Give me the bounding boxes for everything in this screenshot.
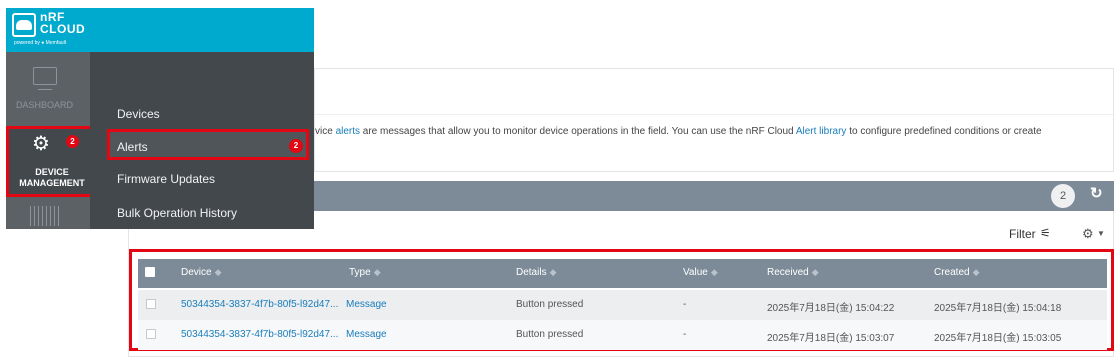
card-divider — [315, 114, 1113, 115]
received-time: 2025年7月18日(金) 15:03:07 — [767, 333, 895, 344]
label-line2: MANAGEMENT — [19, 178, 85, 188]
column-label: Device — [181, 267, 212, 278]
filter-button[interactable]: Filter — [1009, 227, 1036, 241]
gear-icon[interactable]: ⚙ — [1082, 226, 1094, 242]
column-value[interactable]: Value ◆ — [683, 267, 718, 278]
column-label: Received — [767, 267, 809, 278]
device-settings-icon: ⚙ — [32, 133, 50, 155]
row-checkbox[interactable] — [146, 299, 156, 309]
sidebar-item-dashboard[interactable]: DASHBOARD — [16, 100, 73, 110]
table-card-header — [186, 181, 1114, 211]
alerts-badge: 2 — [289, 139, 303, 153]
powered-by-text: powered by ● Memfault — [14, 40, 67, 46]
column-created[interactable]: Created ◆ — [934, 267, 980, 278]
refresh-icon[interactable]: ↻ — [1090, 186, 1106, 202]
description-middle: are messages that allow you to monitor d… — [360, 126, 796, 137]
alert-count-badge: 2 — [1051, 184, 1075, 208]
filter-sliders-icon[interactable]: ⚟ — [1040, 226, 1051, 240]
select-all-checkbox[interactable] — [145, 267, 155, 277]
submenu-item-devices[interactable]: Devices — [117, 107, 160, 121]
row-checkbox[interactable] — [146, 329, 156, 339]
submenu-item-alerts-label[interactable]: Alerts — [117, 140, 148, 154]
received-time: 2025年7月18日(金) 15:04:22 — [767, 303, 895, 314]
created-time: 2025年7月18日(金) 15:03:05 — [934, 333, 1062, 344]
brand-name-line2: CLOUD — [40, 22, 86, 36]
submenu-item-bulk-operation-history[interactable]: Bulk Operation History — [117, 206, 237, 220]
column-details[interactable]: Details ◆ — [516, 267, 557, 278]
sort-icon: ◆ — [972, 267, 980, 277]
description-suffix: to configure predefined conditions or cr… — [846, 126, 1042, 137]
barcode-icon[interactable] — [30, 206, 60, 226]
column-received[interactable]: Received ◆ — [767, 267, 819, 278]
column-label: Value — [683, 267, 708, 278]
submenu-item-firmware-updates[interactable]: Firmware Updates — [117, 172, 215, 186]
alert-type[interactable]: Message — [346, 329, 387, 340]
device-id-link[interactable]: 50344354-3837-4f7b-80f5-l92d47... — [181, 299, 338, 310]
alert-type[interactable]: Message — [346, 299, 387, 310]
alerts-description: vice alerts are messages that allow you … — [315, 125, 1110, 139]
sort-icon: ◆ — [710, 267, 718, 277]
description-prefix: vice — [315, 126, 336, 137]
sort-icon: ◆ — [811, 267, 819, 277]
column-label: Details — [516, 267, 547, 278]
sort-icon: ◆ — [549, 267, 557, 277]
alert-value: - — [683, 329, 687, 340]
device-management-label: DEVICE MANAGEMENT — [10, 167, 94, 189]
info-card: vice alerts are messages that allow you … — [314, 68, 1114, 172]
alert-details: Button pressed — [516, 299, 584, 310]
alerts-link[interactable]: alerts — [336, 126, 360, 137]
column-label: Created — [934, 267, 970, 278]
dashboard-icon[interactable] — [33, 67, 57, 90]
column-type[interactable]: Type ◆ — [349, 267, 381, 278]
sort-icon: ◆ — [214, 267, 222, 277]
sort-icon: ◆ — [373, 267, 381, 277]
column-label: Type — [349, 267, 371, 278]
device-management-badge: 2 — [66, 135, 79, 148]
alert-details: Button pressed — [516, 329, 584, 340]
alert-value: - — [683, 299, 687, 310]
alert-library-link[interactable]: Alert library — [796, 126, 847, 137]
label-line1: DEVICE — [35, 167, 69, 177]
device-id-link[interactable]: 50344354-3837-4f7b-80f5-l92d47... — [181, 329, 338, 340]
cloud-icon — [16, 20, 32, 30]
created-time: 2025年7月18日(金) 15:04:18 — [934, 303, 1062, 314]
chevron-down-icon[interactable]: ▼ — [1097, 229, 1105, 238]
column-device[interactable]: Device ◆ — [181, 267, 222, 278]
